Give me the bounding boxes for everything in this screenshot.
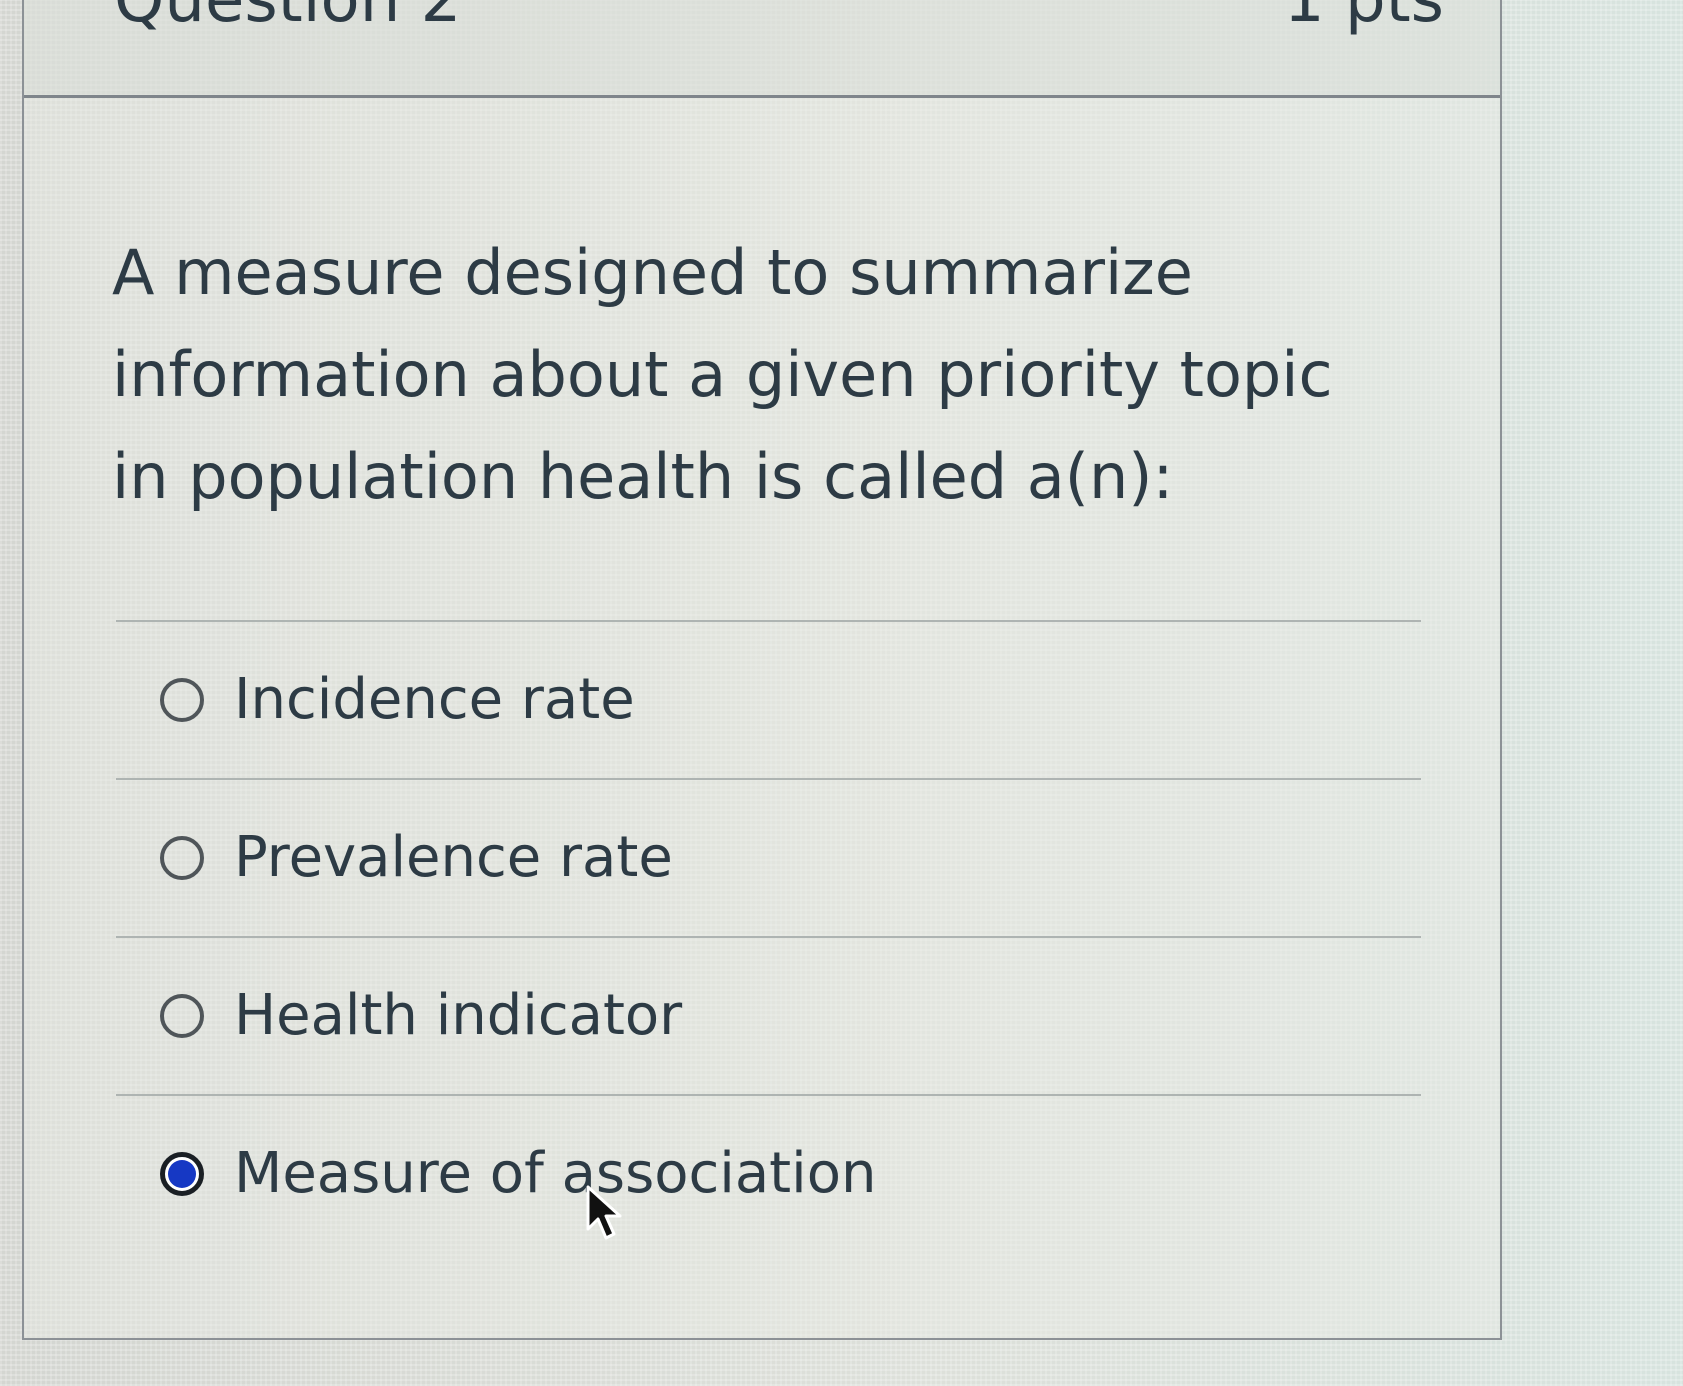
answer-option-incidence-rate[interactable]: Incidence rate <box>116 622 1416 778</box>
radio-button-icon[interactable] <box>160 836 204 880</box>
radio-selected-dot-icon <box>168 1160 196 1188</box>
answer-option-health-indicator[interactable]: Health indicator <box>116 938 1416 1094</box>
answer-label[interactable]: Prevalence rate <box>234 828 673 888</box>
answer-label[interactable]: Measure of association <box>234 1144 876 1204</box>
question-text: A measure designed to summarize informat… <box>112 236 1333 513</box>
answer-option-measure-of-association[interactable]: Measure of association <box>116 1096 1416 1252</box>
question-title: Question 2 <box>114 0 462 37</box>
answer-label[interactable]: Health indicator <box>234 986 682 1046</box>
answer-option-prevalence-rate[interactable]: Prevalence rate <box>116 780 1416 936</box>
answer-list: Incidence rate Prevalence rate Health in… <box>116 620 1421 1252</box>
radio-button-icon[interactable] <box>160 994 204 1038</box>
question-points: 1 pts <box>1283 0 1444 37</box>
radio-button-selected-icon[interactable] <box>160 1152 204 1196</box>
answer-label[interactable]: Incidence rate <box>234 670 635 730</box>
question-header: Question 2 1 pts <box>24 0 1500 98</box>
arrow-pointer-icon <box>586 1185 622 1240</box>
question-card: Question 2 1 pts A measure designed to s… <box>22 0 1502 1340</box>
radio-button-icon[interactable] <box>160 678 204 722</box>
